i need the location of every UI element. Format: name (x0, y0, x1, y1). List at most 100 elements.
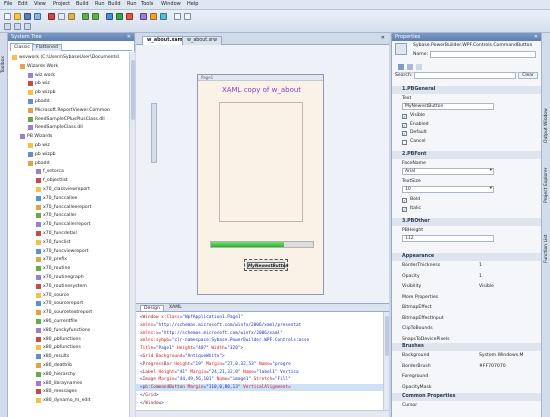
section-brushes[interactable]: Brushes (392, 343, 542, 351)
open-folder-icon[interactable] (14, 13, 21, 20)
run-icon[interactable] (116, 13, 123, 20)
tree-item[interactable]: x80_pbfunctions (8, 336, 81, 343)
library-icon[interactable] (140, 13, 147, 20)
tree-item[interactable]: x70_funcdetail (8, 230, 77, 237)
menu-view[interactable]: View (34, 1, 46, 7)
comment-icon[interactable] (4, 23, 11, 30)
tree-item[interactable]: wsvwork (C:\Users\SybaseUser\Documents\ (8, 54, 119, 61)
menu-build-2[interactable]: Build (108, 1, 121, 7)
tree-item[interactable]: x70_routinegraph (8, 274, 84, 281)
tree-item[interactable]: x70_source (8, 292, 69, 299)
tree-scrollbar[interactable] (129, 52, 135, 417)
debug-icon[interactable] (126, 13, 133, 20)
events-icon[interactable] (416, 64, 422, 70)
tree-item[interactable]: x70_prefix (8, 256, 67, 263)
tree-item[interactable]: x80_funckyfunctions (8, 327, 90, 334)
tree-item[interactable]: x80_libraynames (8, 380, 82, 387)
output-window-side-tab[interactable]: Output Window (544, 108, 549, 143)
close-icon[interactable]: ✕ (381, 35, 385, 41)
menu-help[interactable]: Help (187, 1, 198, 7)
tree-item[interactable]: pb wiz (8, 142, 50, 149)
new-icon[interactable] (4, 13, 11, 20)
code-scrollbar[interactable] (383, 312, 389, 410)
tab-flattened[interactable]: Flattened (32, 44, 62, 51)
checkbox-default[interactable]: ✓ (402, 131, 407, 136)
tree-item[interactable]: x70_funccallee (8, 195, 77, 202)
tree-item[interactable]: x70_classviewreport (8, 186, 90, 193)
code-scroll-thumb[interactable] (385, 316, 389, 356)
alphabetical-icon[interactable] (407, 64, 413, 70)
cut-icon[interactable] (48, 13, 55, 20)
tab-w-about-srw[interactable]: w_about.srw (182, 36, 223, 45)
tree-item[interactable]: Microsoft.ReportViewer.Common (8, 107, 110, 114)
checkbox-visible[interactable]: ✓ (402, 114, 407, 119)
tree-item[interactable]: pb wiz (8, 80, 50, 87)
tree-item[interactable]: x70_routinesystem (8, 283, 87, 290)
menu-window[interactable]: Window (161, 1, 181, 7)
tree-item[interactable]: wiz work (8, 72, 55, 79)
tree-item[interactable]: x80_deattrib (8, 362, 72, 369)
close-icon[interactable]: ✕ (534, 33, 538, 41)
tree-item[interactable]: Wizards Work (8, 63, 58, 70)
page-canvas[interactable]: Page1 XAML copy of w_about MyNewestButto… (197, 74, 324, 295)
tree-item[interactable]: f_objectlist (8, 177, 68, 184)
my-newest-button[interactable]: MyNewestButton (247, 262, 288, 269)
tree-item[interactable]: x80_currentfile (8, 318, 77, 325)
undo-icon[interactable] (82, 13, 89, 20)
tab-classic[interactable]: Classic (10, 43, 34, 51)
tab-design[interactable]: Design (140, 305, 164, 312)
redo-icon[interactable] (92, 13, 99, 20)
tree-item[interactable]: x70_sourcetextreport (8, 309, 92, 316)
property-value[interactable]: 1 (479, 274, 482, 279)
categorized-icon[interactable] (398, 64, 404, 70)
checkbox-bold[interactable]: ✓ (402, 198, 407, 203)
checkbox-enabled[interactable]: ✓ (402, 122, 407, 128)
menu-tools[interactable]: Tools (141, 1, 153, 7)
property-value[interactable]: Visible (479, 284, 494, 289)
tree-item[interactable]: x80_hierarchy (8, 371, 76, 378)
menu-project[interactable]: Project (53, 1, 70, 7)
close-icon[interactable]: ✕ (127, 33, 131, 41)
section-pbgeneral[interactable]: 1.PBGeneral (392, 86, 542, 94)
pbheight-field[interactable]: 112 (402, 235, 494, 242)
save-icon[interactable] (24, 13, 31, 20)
my-newest-button-selection[interactable]: MyNewestButton (244, 259, 288, 271)
property-value[interactable]: 1 (479, 263, 482, 268)
tree-item[interactable]: pbadd (8, 98, 49, 105)
tree-item[interactable]: pbadd (8, 160, 49, 167)
checkbox-italic[interactable]: ✓ (402, 206, 407, 212)
database-icon[interactable] (160, 13, 167, 20)
paste-icon[interactable] (68, 13, 75, 20)
uncomment-icon[interactable] (14, 23, 21, 30)
tree-item[interactable]: x70_funccalleereport (8, 204, 91, 211)
zoom-slider[interactable] (151, 103, 157, 163)
tree-item[interactable]: pb wizpb (8, 151, 56, 158)
copy-icon[interactable] (58, 13, 65, 20)
build-icon[interactable] (106, 13, 113, 20)
name-field[interactable] (430, 51, 536, 58)
menu-run[interactable]: Run (95, 1, 105, 7)
replace-icon[interactable] (184, 13, 191, 20)
tree-item[interactable]: x80_dynamo_m_edit (8, 397, 90, 404)
save-all-icon[interactable] (34, 13, 41, 20)
image-placeholder[interactable] (219, 102, 303, 222)
property-value[interactable]: #FF707070 (479, 364, 506, 369)
menu-edit[interactable]: Edit (18, 1, 28, 7)
menu-file[interactable]: File (4, 1, 12, 7)
tree-item[interactable]: x70_funccaller (8, 212, 76, 219)
clear-button[interactable]: Clear (518, 72, 538, 79)
section-appearance[interactable]: Appearance (392, 253, 542, 261)
search-input[interactable] (414, 72, 516, 79)
toolbox-side-tab[interactable]: Toolbox (1, 56, 6, 73)
section-pbfont[interactable]: 2.PBFont (392, 151, 542, 159)
find-icon[interactable] (174, 13, 181, 20)
tab-xaml[interactable]: XAML (166, 305, 185, 312)
tree-item[interactable]: x70_funcviewreport (8, 248, 88, 255)
tree-item[interactable]: f_setorca (8, 168, 64, 175)
xaml-code-editor[interactable]: <Window x:Class="WpfApplication1.Page1" … (136, 312, 383, 410)
page-heading-label[interactable]: XAML copy of w_about (210, 86, 313, 96)
window-icon[interactable] (150, 13, 157, 20)
tree-item[interactable]: ReedSampleClass.dll (8, 124, 83, 131)
project-explorer-side-tab[interactable]: Project Explorer (544, 167, 549, 203)
tree-item[interactable]: x80_results (8, 353, 69, 360)
